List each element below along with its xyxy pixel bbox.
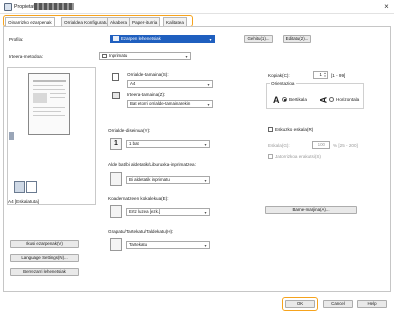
output-size-select[interactable]: Bat etorri orrialde-tamainarekin ▾: [127, 100, 213, 108]
preview-marker: [9, 132, 14, 140]
edit-profile-button[interactable]: Editatu(2)...: [283, 35, 311, 43]
binding-label: Koadernatzeen kokalekua(E):: [108, 196, 169, 201]
printer-icon: [102, 54, 107, 58]
scale-label: Eskala(G):: [268, 143, 290, 148]
collate-icon: [26, 181, 37, 193]
chevron-down-icon: ▾: [207, 102, 210, 107]
scale-input[interactable]: 100: [312, 141, 330, 149]
orientation-label: Orientazioa: [270, 81, 296, 86]
spinner-arrows-icon[interactable]: ▴ ▾: [323, 72, 327, 78]
duplex-icon: [110, 172, 122, 186]
vertical-radio[interactable]: [282, 97, 287, 102]
manual-scale-label: Eskuzko eskala(R): [275, 127, 314, 132]
output-size-icon: [112, 92, 120, 99]
chevron-down-icon: ▾: [204, 142, 207, 147]
chevron-down-icon: ▾: [209, 37, 212, 42]
vertical-label: Bertikala: [289, 97, 307, 102]
page-size-select[interactable]: A4 ▾: [127, 80, 213, 88]
inner-margin-button[interactable]: Barne-marjina(A)...: [265, 206, 357, 214]
help-button[interactable]: Help: [357, 300, 387, 308]
page-size-value: A4: [130, 81, 136, 86]
page-size-label: Orrialde-tamaina(S):: [127, 72, 169, 77]
preview-caption: A4 [Eskalatuta]: [8, 199, 39, 204]
duplex-select[interactable]: Bi aldetatik inprimatu ▾: [126, 176, 210, 184]
binding-icon: [110, 205, 122, 218]
output-size-value: Bat etorri orrialde-tamainarekin: [130, 101, 191, 106]
horizontal-radio[interactable]: [329, 97, 334, 102]
staple-icon: [110, 238, 122, 251]
watermark-label: Jatorrizkoa erakutsi(S): [275, 154, 321, 159]
output-method-label: Irteera-metodoa:: [9, 54, 43, 59]
profile-icon: [113, 36, 119, 41]
output-size-label: Irteera-tamaina(Z):: [127, 92, 166, 97]
duplex-label: Alde bat/bi aldetatik/Liburuxka-inprimat…: [108, 162, 196, 167]
portrait-glyph: A: [273, 95, 280, 105]
chevron-down-icon: ▾: [204, 178, 207, 183]
view-settings-button[interactable]: Ikusi ezarpenak(V): [10, 240, 79, 248]
scale-range: % [25 - 200]: [333, 143, 358, 148]
page-layout-value: 1 bat: [129, 141, 139, 146]
binding-value: Ertz luzea [ezk.]: [129, 209, 161, 214]
add-profile-button[interactable]: Gehitu(1)...: [244, 35, 273, 43]
profile-value: Ezarpen lehenetsiak: [121, 36, 161, 41]
language-settings-button[interactable]: Language Settings(N)...: [10, 254, 79, 262]
profile-label: Profila:: [9, 37, 24, 42]
copies-range: [1 - 99]: [331, 73, 346, 78]
copy-icon: [14, 181, 25, 193]
page-size-icon: [112, 73, 119, 81]
staple-label: Grapatu/Tartekatu/Taldekatu(H):: [108, 229, 174, 234]
profile-select[interactable]: Ezarpen lehenetsiak ▾: [110, 35, 215, 43]
page-layout-select[interactable]: 1 bat ▾: [126, 140, 210, 148]
cancel-button[interactable]: Cancel: [323, 300, 353, 308]
horizontal-label: Horizontala: [336, 97, 360, 102]
binding-select[interactable]: Ertz luzea [ezk.] ▾: [126, 208, 210, 216]
page-layout-icon: 1: [110, 138, 122, 150]
printer-app-icon: [4, 3, 12, 11]
staple-select[interactable]: Tartekatu ▾: [126, 241, 210, 249]
ok-button[interactable]: OK: [285, 300, 315, 308]
chevron-down-icon: ▾: [204, 243, 207, 248]
duplex-value: Bi aldetatik inprimatu: [129, 177, 170, 182]
copies-label: Kopiak(C):: [268, 73, 290, 78]
redacted-printer-name: [34, 3, 74, 10]
manual-scale-checkbox[interactable]: [268, 127, 273, 132]
output-method-select[interactable]: Inprimatu ▾: [99, 52, 191, 60]
chevron-down-icon: ▾: [204, 210, 207, 215]
page-layout-label: Orrialde-diseinua(Y):: [108, 128, 151, 133]
output-method-value: Inprimatu: [109, 53, 128, 58]
staple-value: Tartekatu: [129, 242, 148, 247]
chevron-down-icon: ▾: [207, 82, 210, 87]
watermark-checkbox[interactable]: [268, 154, 273, 159]
landscape-glyph: A: [318, 96, 329, 104]
chevron-down-icon: ▾: [185, 54, 188, 59]
page-preview-image: [28, 73, 70, 135]
orientation-group: [266, 83, 364, 109]
restore-defaults-button[interactable]: Berrezarri lehenetsiak: [10, 268, 79, 276]
close-icon[interactable]: ×: [381, 1, 392, 12]
